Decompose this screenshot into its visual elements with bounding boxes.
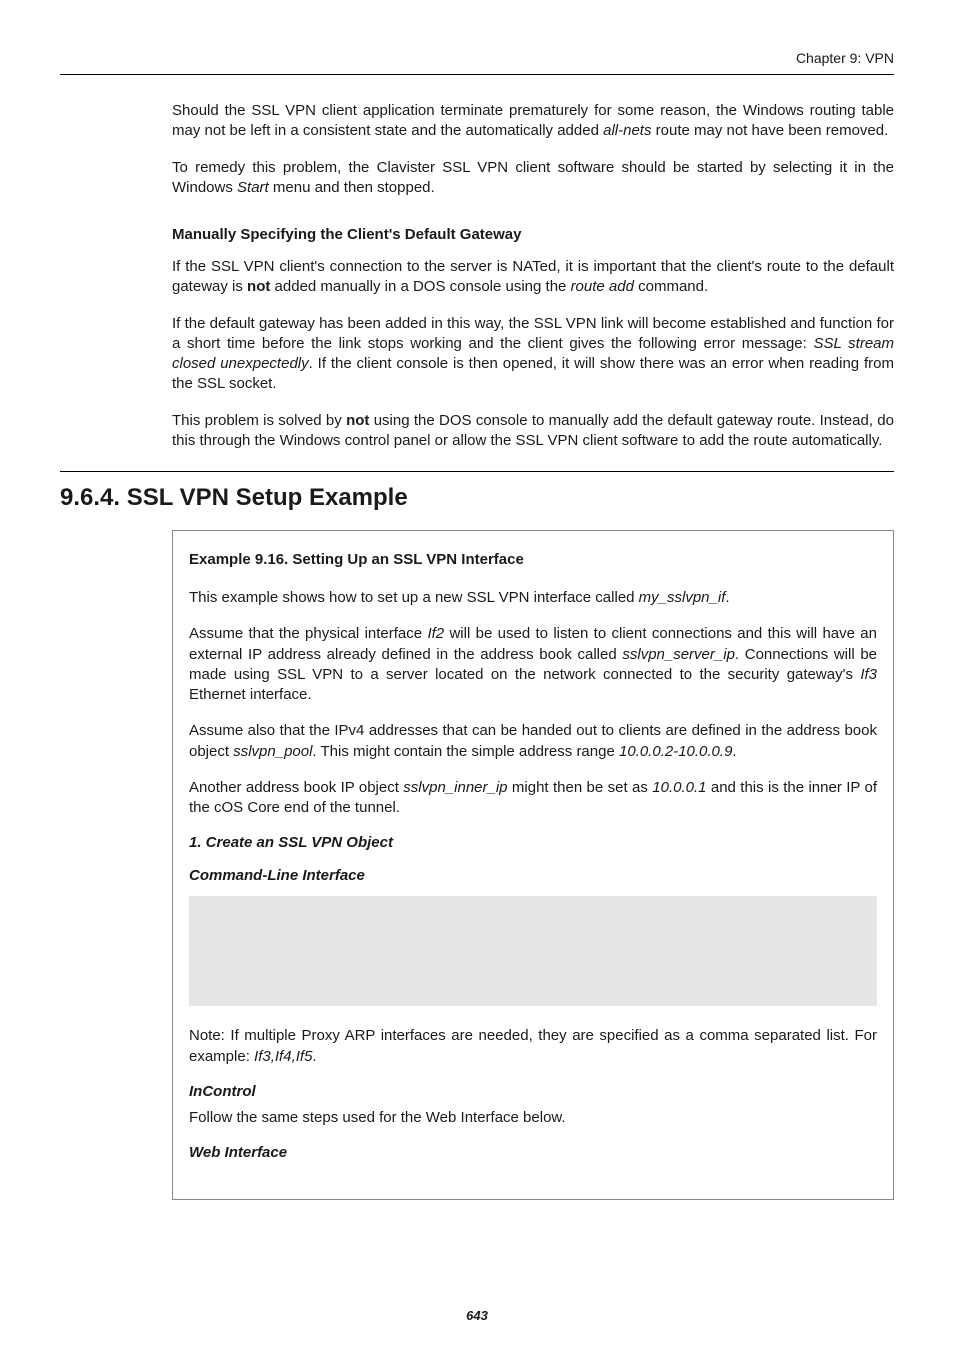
text: Ethernet interface. bbox=[189, 686, 312, 703]
text-italic: sslvpn_server_ip bbox=[622, 646, 735, 663]
text-italic: sslvpn_pool bbox=[233, 743, 312, 760]
text: might then be set as bbox=[508, 779, 653, 796]
text-italic: route add bbox=[571, 278, 634, 295]
text-italic: my_sslvpn_if bbox=[639, 589, 726, 606]
text-italic: all-nets bbox=[603, 122, 651, 139]
text-bold: not bbox=[247, 278, 270, 295]
paragraph: Note: If multiple Proxy ARP interfaces a… bbox=[189, 1026, 877, 1067]
text: . bbox=[725, 589, 729, 606]
text: Another address book IP object bbox=[189, 779, 403, 796]
text: route may not have been removed. bbox=[651, 122, 888, 139]
text: . bbox=[312, 1048, 316, 1065]
text-italic: 10.0.0.2-10.0.0.9 bbox=[619, 743, 732, 760]
paragraph: To remedy this problem, the Clavister SS… bbox=[172, 158, 894, 199]
example-inner: Example 9.16. Setting Up an SSL VPN Inte… bbox=[173, 531, 893, 1199]
section-heading: 9.6.4. SSL VPN Setup Example bbox=[60, 484, 894, 512]
paragraph: If the SSL VPN client's connection to th… bbox=[172, 257, 894, 298]
paragraph: Assume that the physical interface If2 w… bbox=[189, 624, 877, 705]
paragraph: Follow the same steps used for the Web I… bbox=[189, 1108, 877, 1128]
text-italic: If3,If4,If5 bbox=[254, 1048, 312, 1065]
example-title: Example 9.16. Setting Up an SSL VPN Inte… bbox=[189, 551, 877, 568]
page-container: Chapter 9: VPN Should the SSL VPN client… bbox=[0, 0, 954, 1351]
text: Assume that the physical interface bbox=[189, 625, 427, 642]
cli-heading: Command-Line Interface bbox=[189, 867, 877, 884]
paragraph: This example shows how to set up a new S… bbox=[189, 588, 877, 608]
text: command. bbox=[634, 278, 708, 295]
text: . bbox=[732, 743, 736, 760]
subheading-manual-gateway: Manually Specifying the Client's Default… bbox=[172, 226, 894, 243]
step-heading: 1. Create an SSL VPN Object bbox=[189, 834, 877, 851]
text-italic: If2 bbox=[427, 625, 444, 642]
text: . This might contain the simple address … bbox=[312, 743, 619, 760]
web-interface-heading: Web Interface bbox=[189, 1144, 877, 1161]
text: added manually in a DOS console using th… bbox=[270, 278, 570, 295]
text-italic: Start bbox=[237, 179, 269, 196]
text: menu and then stopped. bbox=[269, 179, 435, 196]
body-column: Should the SSL VPN client application te… bbox=[172, 101, 894, 451]
text: If the default gateway has been added in… bbox=[172, 315, 894, 352]
text-italic: sslvpn_inner_ip bbox=[403, 779, 507, 796]
text-bold: not bbox=[346, 412, 369, 429]
text: This example shows how to set up a new S… bbox=[189, 589, 639, 606]
text-italic: If3 bbox=[860, 666, 877, 683]
header-rule bbox=[60, 74, 894, 75]
text: This problem is solved by bbox=[172, 412, 346, 429]
example-box: Example 9.16. Setting Up an SSL VPN Inte… bbox=[172, 530, 894, 1200]
page-number: 643 bbox=[0, 1308, 954, 1323]
text-italic: 10.0.0.1 bbox=[652, 779, 706, 796]
paragraph: This problem is solved by not using the … bbox=[172, 411, 894, 452]
paragraph: Should the SSL VPN client application te… bbox=[172, 101, 894, 142]
paragraph: Another address book IP object sslvpn_in… bbox=[189, 778, 877, 819]
paragraph: If the default gateway has been added in… bbox=[172, 314, 894, 395]
chapter-label: Chapter 9: VPN bbox=[60, 50, 894, 66]
code-block bbox=[189, 896, 877, 1006]
paragraph: Assume also that the IPv4 addresses that… bbox=[189, 721, 877, 762]
section-rule bbox=[60, 471, 894, 472]
incontrol-heading: InControl bbox=[189, 1083, 877, 1100]
